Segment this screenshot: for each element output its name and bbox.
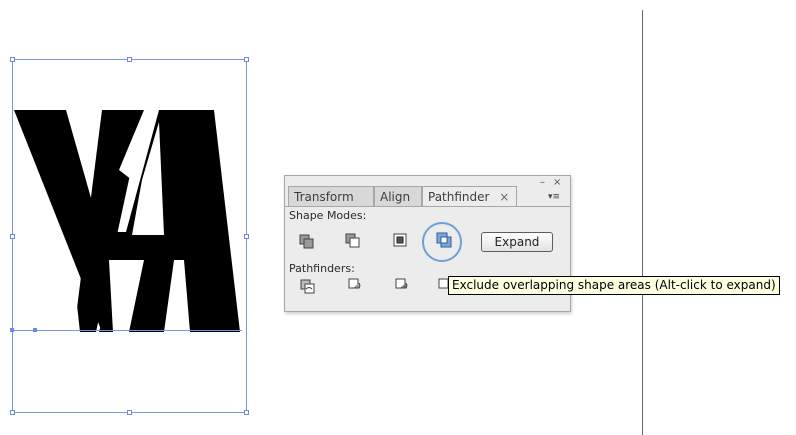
selection-handle-bottom-center[interactable] [127, 410, 132, 415]
divide-icon[interactable] [299, 278, 317, 296]
letter-a-crossbar [102, 232, 174, 260]
baseline-anchor [10, 328, 14, 332]
va-artwork[interactable] [14, 110, 244, 332]
expand-button[interactable]: Expand [481, 232, 553, 252]
tab-close-icon[interactable]: × [499, 190, 509, 204]
overlap-area-4 [58, 260, 80, 332]
highlight-ring [422, 222, 462, 262]
tab-transform[interactable]: Transform [288, 186, 374, 206]
merge-icon[interactable] [394, 277, 412, 295]
tab-pathfinder[interactable]: Pathfinder × [422, 186, 517, 207]
shape-modes-label: Shape Modes: [289, 209, 367, 222]
pathfinders-label: Pathfinders: [289, 262, 355, 275]
selection-handle-middle-right[interactable] [244, 234, 249, 239]
tab-divider [285, 206, 570, 207]
trim-icon[interactable] [347, 277, 365, 295]
baseline-guide [12, 330, 242, 331]
artboard-edge [642, 10, 643, 435]
panel-menu-icon[interactable]: ▾≡ [546, 190, 562, 204]
tooltip: Exclude overlapping shape areas (Alt-cli… [448, 276, 780, 295]
unite-icon[interactable] [298, 233, 316, 251]
selection-handle-top-left[interactable] [10, 57, 15, 62]
selection-handle-top-center[interactable] [127, 57, 132, 62]
intersect-icon[interactable] [392, 232, 410, 250]
tab-label: Transform [294, 190, 354, 204]
panel-minimize-icon[interactable]: – [540, 178, 545, 188]
selection-handle-top-right[interactable] [244, 57, 249, 62]
tab-label: Pathfinder [428, 190, 490, 204]
selection-handle-bottom-left[interactable] [10, 410, 15, 415]
tab-label: Align [380, 190, 411, 204]
tab-align[interactable]: Align [374, 186, 422, 206]
panel-close-icon[interactable]: × [553, 178, 561, 188]
selection-handle-bottom-right[interactable] [244, 410, 249, 415]
minus-front-icon[interactable] [344, 232, 362, 250]
baseline-anchor [33, 328, 37, 332]
